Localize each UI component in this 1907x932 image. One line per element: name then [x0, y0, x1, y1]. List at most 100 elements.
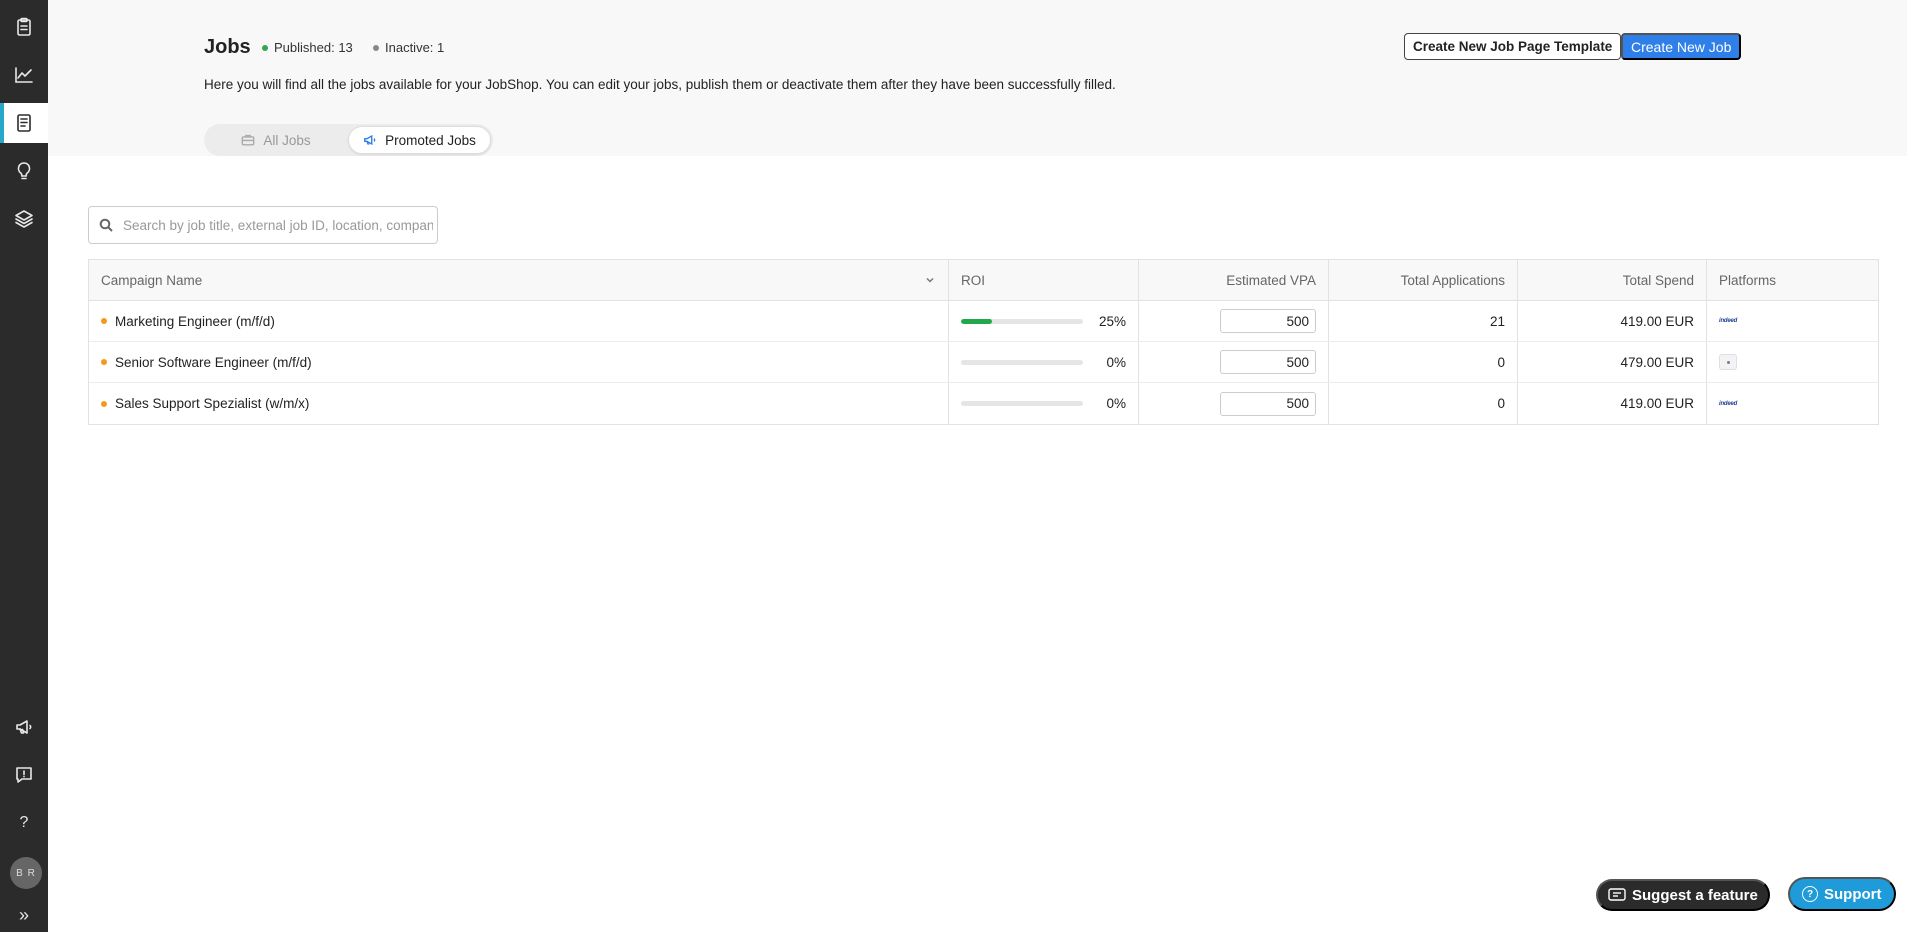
applications-cell: 21	[1329, 301, 1518, 341]
campaign-name-cell: Sales Support Spezialist (w/m/x)	[89, 383, 949, 424]
help-icon[interactable]: ?	[0, 803, 48, 843]
sidebar: ? B R »	[0, 0, 48, 932]
published-count: Published: 13	[262, 40, 353, 55]
sidebar-item-jobs[interactable]	[0, 103, 48, 143]
sidebar-item-announcements[interactable]	[0, 707, 48, 747]
applications-value: 21	[1489, 313, 1505, 329]
vpa-cell	[1139, 383, 1329, 424]
campaign-name-cell: Senior Software Engineer (m/f/d)	[89, 342, 949, 382]
indeed-logo: indeed	[1719, 400, 1738, 407]
inactive-label: Inactive: 1	[385, 40, 445, 55]
campaign-name[interactable]: Senior Software Engineer (m/f/d)	[115, 355, 312, 370]
col-applications-label: Total Applications	[1400, 272, 1505, 288]
table-row[interactable]: Senior Software Engineer (m/f/d) 0% 0 47…	[89, 342, 1878, 383]
chart-line-icon	[15, 67, 33, 83]
campaign-name[interactable]: Sales Support Spezialist (w/m/x)	[115, 396, 309, 411]
platform-logo	[1719, 354, 1737, 370]
status-dot	[101, 359, 107, 365]
col-platforms[interactable]: Platforms	[1707, 260, 1878, 300]
platforms-cell	[1707, 342, 1878, 382]
col-roi-label: ROI	[961, 272, 986, 288]
campaigns-table: Campaign Name ROI Estimated VPA Total Ap…	[88, 259, 1879, 425]
tab-promoted-jobs[interactable]: Promoted Jobs	[348, 126, 491, 154]
applications-value: 0	[1497, 354, 1505, 370]
avatar[interactable]: B R	[10, 857, 42, 889]
create-template-button[interactable]: Create New Job Page Template	[1404, 33, 1622, 60]
sidebar-item-tasks[interactable]	[0, 7, 48, 47]
support-button[interactable]: ? Support	[1788, 877, 1896, 911]
suggest-feature-button[interactable]: Suggest a feature	[1596, 879, 1770, 911]
sidebar-item-analytics[interactable]	[0, 55, 48, 95]
help-label: ?	[19, 814, 29, 831]
page-description: Here you will find all the jobs availabl…	[204, 77, 1116, 92]
table-row[interactable]: Sales Support Spezialist (w/m/x) 0% 0 41…	[89, 383, 1878, 424]
tab-all-jobs[interactable]: All Jobs	[206, 126, 346, 154]
platforms-cell: indeed	[1707, 301, 1878, 341]
page-header: Jobs Published: 13 Inactive: 1 Here you …	[48, 0, 1907, 156]
vpa-input[interactable]	[1220, 350, 1316, 374]
col-vpa-label: Estimated VPA	[1226, 272, 1316, 288]
megaphone-icon	[16, 720, 32, 734]
col-campaign-name-label: Campaign Name	[101, 272, 203, 288]
spend-cell: 479.00 EUR	[1518, 342, 1707, 382]
roi-cell: 25%	[949, 301, 1139, 341]
col-vpa[interactable]: Estimated VPA	[1139, 260, 1329, 300]
search-input[interactable]	[123, 217, 433, 233]
sidebar-item-ideas[interactable]	[0, 151, 48, 191]
support-label: Support	[1824, 885, 1882, 903]
sidebar-item-integrations[interactable]	[0, 199, 48, 239]
search-box	[88, 206, 438, 244]
chat-icon	[1608, 888, 1626, 901]
roi-cell: 0%	[949, 383, 1139, 424]
tab-all-jobs-label: All Jobs	[263, 132, 311, 148]
col-applications[interactable]: Total Applications	[1329, 260, 1518, 300]
indeed-logo: indeed	[1719, 318, 1738, 324]
document-icon	[17, 114, 31, 132]
table-row[interactable]: Marketing Engineer (m/f/d) 25% 21 419.00…	[89, 301, 1878, 342]
table-header: Campaign Name ROI Estimated VPA Total Ap…	[89, 260, 1878, 301]
published-label: Published: 13	[274, 40, 353, 55]
clipboard-icon	[17, 17, 31, 36]
lightbulb-icon	[17, 162, 31, 180]
roi-value: 0%	[1106, 354, 1126, 370]
jobs-tabs: All Jobs Promoted Jobs	[204, 124, 493, 156]
campaign-name-cell: Marketing Engineer (m/f/d)	[89, 301, 949, 341]
roi-progress-bar	[961, 318, 1083, 324]
question-icon: ?	[1802, 886, 1818, 902]
vpa-cell	[1139, 301, 1329, 341]
roi-cell: 0%	[949, 342, 1139, 382]
inactive-count: Inactive: 1	[373, 40, 444, 55]
inactive-dot	[373, 44, 379, 51]
search-icon	[99, 218, 113, 232]
create-job-button[interactable]: Create New Job	[1621, 33, 1742, 60]
col-spend[interactable]: Total Spend	[1518, 260, 1707, 300]
spend-value: 479.00 EUR	[1620, 354, 1694, 370]
feedback-icon	[16, 767, 32, 783]
expand-icon[interactable]: »	[0, 899, 48, 931]
sidebar-item-feedback[interactable]	[0, 755, 48, 795]
applications-cell: 0	[1329, 342, 1518, 382]
col-roi[interactable]: ROI	[949, 260, 1139, 300]
published-dot	[262, 44, 268, 51]
vpa-cell	[1139, 342, 1329, 382]
campaign-name[interactable]: Marketing Engineer (m/f/d)	[115, 314, 275, 329]
expand-label: »	[18, 904, 29, 925]
vpa-input[interactable]	[1220, 309, 1316, 333]
applications-cell: 0	[1329, 383, 1518, 424]
chevron-down-icon[interactable]	[924, 274, 936, 286]
vpa-input[interactable]	[1220, 391, 1316, 416]
col-spend-label: Total Spend	[1622, 272, 1694, 288]
roi-progress-fill	[961, 318, 992, 324]
roi-progress-bar	[961, 401, 1083, 406]
briefcase-icon	[241, 134, 255, 146]
spend-cell: 419.00 EUR	[1518, 383, 1707, 424]
col-campaign-name[interactable]: Campaign Name	[89, 260, 949, 300]
suggest-feature-label: Suggest a feature	[1632, 886, 1758, 904]
megaphone-icon	[364, 134, 376, 146]
col-platforms-label: Platforms	[1719, 272, 1777, 288]
spend-cell: 419.00 EUR	[1518, 301, 1707, 341]
roi-value: 25%	[1098, 313, 1126, 329]
status-dot	[101, 318, 107, 324]
status-dot	[101, 400, 107, 407]
spend-value: 419.00 EUR	[1620, 396, 1694, 411]
